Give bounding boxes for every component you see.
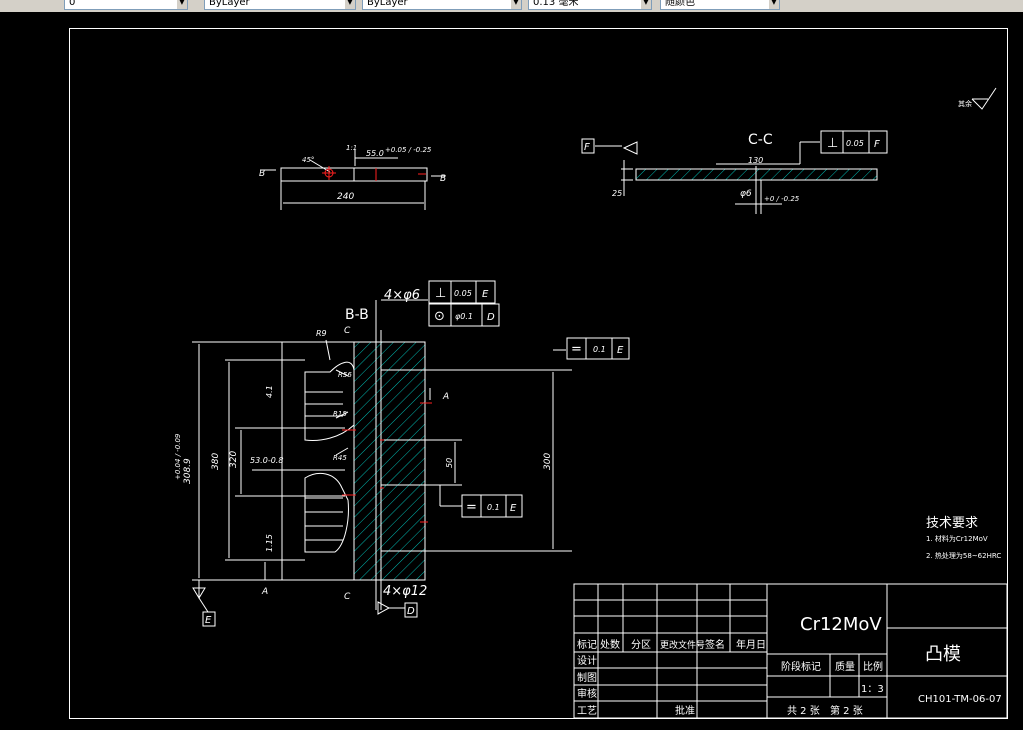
linetype-combo[interactable]: ByLayer ▼ — [362, 0, 522, 10]
bb-datum-d: D — [407, 606, 415, 617]
bb-dim-side: 4.1 — [265, 385, 274, 398]
bb-perp-symbol: ⊥ — [435, 286, 446, 301]
title-header-change-doc: 更改文件号 — [660, 639, 705, 651]
roughness-symbol: 其余 — [958, 87, 997, 110]
bb-label-c-bottom: C — [344, 592, 351, 602]
title-weight: 质量 — [835, 661, 855, 673]
title-part-name: 凸模 — [925, 644, 961, 665]
top-width-tol: +0.05 / -0.25 — [385, 146, 432, 154]
title-scale-value: 1：3 — [861, 684, 884, 695]
title-approve: 批准 — [675, 704, 695, 717]
bb-radius-r56: R56 — [338, 371, 352, 379]
cc-frame-datum: F — [874, 139, 880, 150]
section-bb — [192, 299, 572, 615]
bb-sym-mid-symbol: = — [466, 500, 477, 515]
top-label-left: B — [259, 169, 265, 179]
title-stage-mark: 阶段标记 — [781, 660, 821, 673]
bb-sym-mid-datum: E — [510, 503, 517, 514]
top-label-right: B — [440, 174, 446, 184]
top-small-label: 1:1 — [346, 144, 357, 152]
chevron-down-icon: ▼ — [641, 0, 651, 9]
plotstyle-combo[interactable]: 随颜色 ▼ — [660, 0, 780, 10]
title-sheet-no: 第 2 张 — [830, 704, 863, 717]
bb-radius-r15: R15 — [333, 410, 347, 418]
drawing-canvas[interactable]: 240 55.0 +0.05 / -0.25 B B 45° 1:1 F C-C… — [0, 12, 1023, 730]
tech-req-title: 技术要求 — [926, 516, 978, 531]
title-role-process: 工艺 — [577, 705, 597, 717]
chevron-down-icon: ▼ — [177, 0, 187, 9]
bb-label-a-right: A — [442, 392, 449, 402]
bb-sym-mid-value: 0.1 — [487, 503, 500, 512]
cc-thickness-dim: φ6 — [740, 189, 752, 199]
title-role-design: 设计 — [577, 654, 597, 667]
bb-dim-300: 300 — [543, 453, 553, 470]
bb-dim-320: 320 — [229, 451, 239, 468]
cc-left-dim: 25 — [612, 189, 622, 198]
title-header-mark: 标记 — [577, 639, 597, 651]
bb-perp-value: 0.05 — [454, 289, 472, 298]
bb-symmetry-frame-right: = 0.1 E — [566, 337, 630, 360]
top-width-dim: 55.0 — [366, 149, 384, 158]
cc-tolerance-frame: ⊥ 0.05 F — [820, 130, 888, 154]
cc-length-dim: 130 — [748, 156, 763, 165]
top-length-dim: 240 — [337, 192, 354, 202]
bb-datum-e: E — [205, 615, 212, 626]
title-drawing-no: CH101-TM-06-07 — [918, 694, 1002, 705]
bb-sym-right-value: 0.1 — [593, 345, 606, 354]
lineweight-combo[interactable]: 0.13 毫米 ▼ — [528, 0, 652, 10]
bb-dim-380: 380 — [211, 453, 221, 470]
title-role-draw: 制图 — [577, 671, 597, 684]
bb-dim-outer-tol: +0.04 / -0.09 — [174, 433, 182, 480]
bb-radius-r9: R9 — [316, 329, 327, 338]
title-sheets-total: 共 2 张 — [787, 705, 820, 717]
cc-thickness-tol: +0 / -0.25 — [764, 195, 800, 203]
bb-title: B-B — [345, 307, 369, 323]
bb-label-a-bottom: A — [261, 587, 268, 597]
chevron-down-icon: ▼ — [769, 0, 779, 9]
bb-position-symbol: ⊙ — [434, 309, 445, 324]
tech-req-line-2: 2. 热处理为58~62HRC — [926, 551, 1001, 560]
bb-dim-115: 1.15 — [265, 534, 274, 552]
bb-label-c-top: C — [344, 326, 351, 336]
cc-datum-letter: F — [584, 142, 590, 153]
title-header-zone: 分区 — [631, 639, 651, 651]
bb-perp-frame: ⊥ 0.05 E — [428, 280, 496, 304]
bb-position-value: φ0.1 — [455, 312, 473, 321]
bb-dim-outer: 308.9 — [183, 458, 193, 484]
bb-sym-right-datum: E — [617, 345, 624, 356]
bb-radius-r45: R45 — [333, 454, 347, 462]
bb-sym-right-symbol: = — [571, 342, 582, 357]
layer-combo[interactable]: 0 ▼ — [64, 0, 188, 10]
tech-req-line-1: 1. 材料为Cr12MoV — [926, 534, 988, 543]
cc-frame-symbol: ⊥ — [827, 136, 838, 151]
bb-symmetry-frame-mid: = 0.1 E — [461, 494, 523, 518]
bb-dim-53: 53.0-0.8 — [250, 456, 283, 465]
bb-dim-50: 50 — [445, 458, 454, 468]
bb-perp-datum: E — [482, 289, 489, 300]
cc-frame-value: 0.05 — [846, 139, 864, 148]
cad-drawing: 240 55.0 +0.05 / -0.25 B B 45° 1:1 F C-C… — [69, 28, 1008, 719]
title-header-date: 年月日 — [736, 638, 766, 651]
cc-title: C-C — [748, 132, 773, 148]
bb-holes-top: 4×φ6 — [384, 288, 420, 303]
title-role-check: 审核 — [577, 687, 597, 700]
top-angle-label: 45° — [302, 156, 314, 164]
title-scale-label: 比例 — [863, 660, 883, 673]
title-header-count: 处数 — [600, 638, 620, 651]
bb-holes-bottom: 4×φ12 — [383, 584, 427, 599]
chevron-down-icon: ▼ — [345, 0, 355, 9]
color-combo[interactable]: ByLayer ▼ — [204, 0, 356, 10]
bb-position-datum: D — [487, 312, 495, 323]
bb-position-frame: ⊙ φ0.1 D — [428, 303, 500, 327]
chevron-down-icon: ▼ — [511, 0, 521, 9]
title-material: Cr12MoV — [800, 614, 882, 635]
roughness-label: 其余 — [958, 99, 972, 108]
title-header-sign: 签名 — [705, 638, 725, 651]
